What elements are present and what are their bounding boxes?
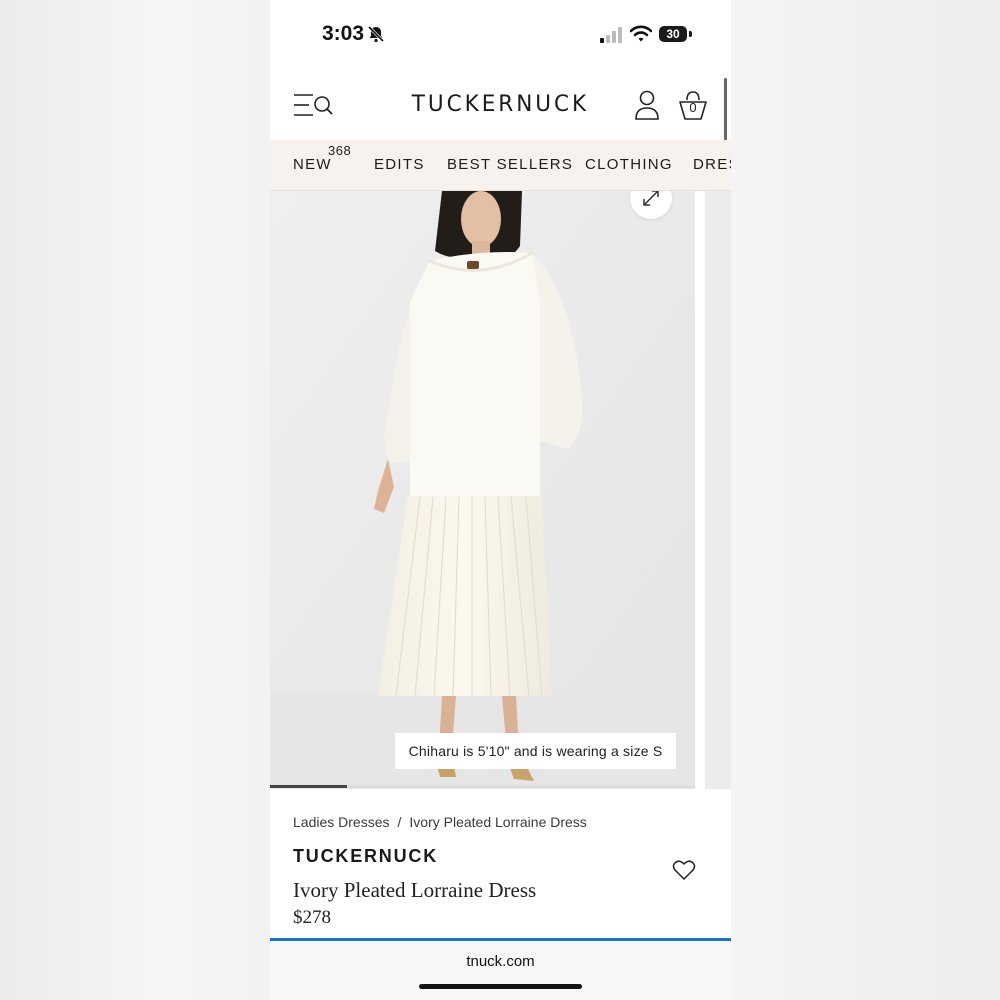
breadcrumb-separator: / [397,814,402,830]
model-size-caption: Chiharu is 5'10" and is wearing a size S [395,733,676,769]
nav-item-best-sellers[interactable]: BEST SELLERS [447,156,573,173]
bag-count: 0 [689,100,697,115]
account-icon[interactable] [634,89,660,121]
brand-logo[interactable]: TUCKERNUCK [270,92,731,117]
background-left [0,0,270,1000]
silent-bell-icon [367,25,385,43]
expand-icon [643,191,659,206]
product-gallery[interactable]: Chiharu is 5'10" and is wearing a size S [270,191,731,789]
nav-item-dresses[interactable]: DRESSES [693,156,731,173]
browser-url-bar[interactable] [270,941,731,1000]
next-photo-peek[interactable] [705,191,731,789]
battery-nub [689,31,692,37]
product-name: Ivory Pleated Lorraine Dress [293,878,537,902]
product-photo[interactable]: Chiharu is 5'10" and is wearing a size S [270,191,695,789]
nav-item-new[interactable]: NEW [293,156,332,173]
wishlist-heart-icon[interactable] [672,859,696,881]
url-text[interactable]: tnuck.com [270,953,731,970]
breadcrumb-current: Ivory Pleated Lorraine Dress [409,814,587,830]
product-brand: TUCKERNUCK [293,846,438,866]
category-nav: NEW 368 EDITS BEST SELLERS CLOTHING DRES… [270,140,731,191]
battery-level: 30 [659,26,687,42]
logo-text: TUCKERNUCK [411,92,590,117]
home-indicator[interactable] [419,984,582,989]
breadcrumb: Ladies Dresses / Ivory Pleated Lorraine Dr… [293,814,587,830]
product-price: $278 [293,907,331,928]
wifi-icon [630,25,652,42]
cellular-signal-icon [600,27,622,43]
expand-image-button[interactable] [630,191,672,219]
nav-item-edits[interactable]: EDITS [374,156,425,173]
model-wearing-dress-image [270,191,695,789]
gallery-progress-fill [270,785,347,788]
breadcrumb-category-link[interactable]: Ladies Dresses [293,814,390,830]
nav-new-count-badge: 368 [328,143,352,158]
nav-item-clothing[interactable]: CLOTHING [585,156,673,173]
phone-screen: 3:03 30 TUCKERNUCK 0 NEW 368 EDITS BEST … [270,0,731,1000]
background-right [731,0,1000,1000]
status-time: 3:03 [322,22,365,45]
